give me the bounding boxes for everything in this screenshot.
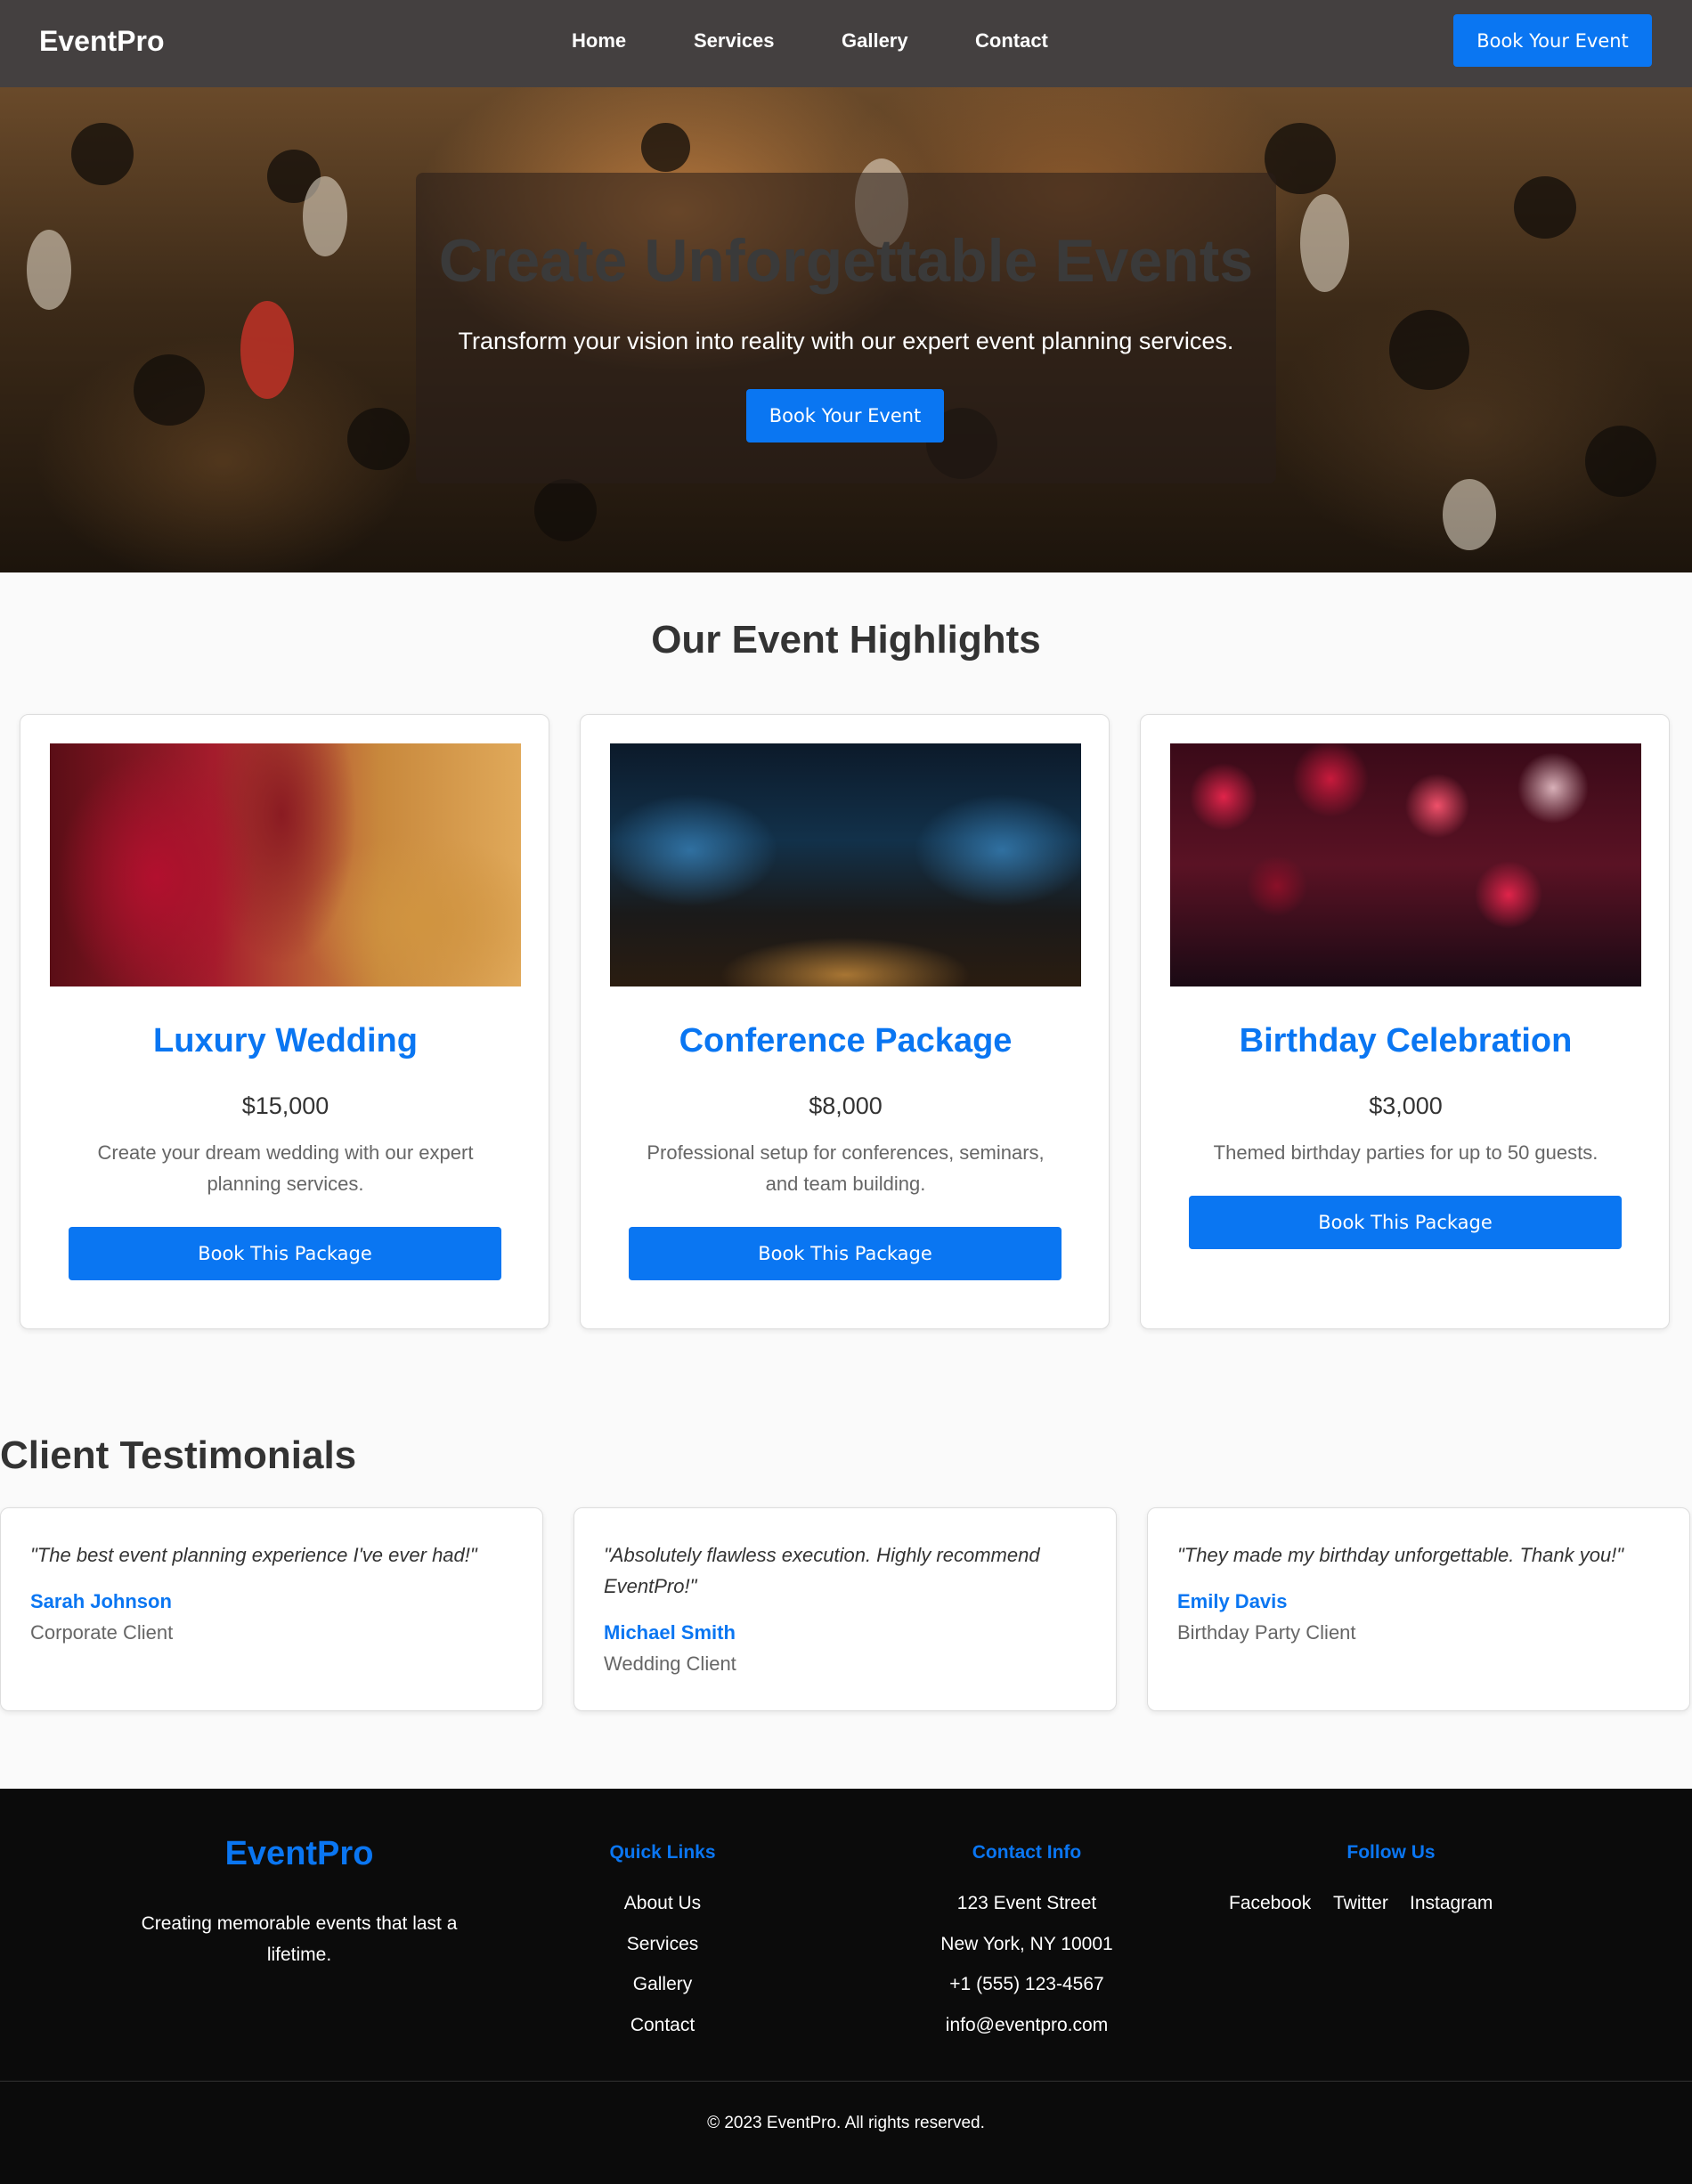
nav-link-contact[interactable]: Contact [975, 29, 1048, 53]
package-card-conference: Conference Package $8,000 Professional s… [580, 714, 1110, 1329]
brand-logo[interactable]: EventPro [39, 25, 164, 58]
footer-tagline: Creating memorable events that last a li… [141, 1913, 458, 1965]
package-card-birthday: Birthday Celebration $3,000 Themed birth… [1140, 714, 1670, 1329]
footer-address-city: New York, NY 10001 [940, 1934, 1113, 1954]
testimonial-card: "Absolutely flawless execution. Highly r… [573, 1507, 1117, 1711]
footer-copyright: © 2023 EventPro. All rights reserved. [707, 2114, 985, 2132]
package-price: $8,000 [809, 1092, 883, 1119]
testimonial-role: Birthday Party Client [1177, 1621, 1356, 1644]
book-package-button-birthday[interactable]: Book This Package [1189, 1196, 1622, 1249]
testimonial-card: "They made my birthday unforgettable. Th… [1147, 1507, 1690, 1711]
hero-book-event-button[interactable]: Book Your Event [746, 389, 944, 442]
nav-link-home[interactable]: Home [572, 29, 626, 53]
nav-link-services[interactable]: Services [694, 29, 775, 53]
testimonial-author: Emily Davis [1177, 1590, 1288, 1612]
testimonial-quote: "The best event planning experience I've… [30, 1544, 477, 1566]
nav-book-event-button[interactable]: Book Your Event [1453, 14, 1652, 67]
testimonial-quote: "They made my birthday unforgettable. Th… [1177, 1544, 1624, 1566]
package-description: Create your dream wedding with our exper… [97, 1141, 474, 1195]
hero-subtitle: Transform your vision into reality with … [458, 328, 1234, 354]
footer-link-about[interactable]: About Us [529, 1893, 796, 1914]
footer-link-contact[interactable]: Contact [529, 2015, 796, 2036]
footer-link-gallery[interactable]: Gallery [529, 1974, 796, 1995]
hero-content-box: Create Unforgettable Events Transform yo… [416, 173, 1276, 483]
hero-title: Create Unforgettable Events [438, 227, 1254, 295]
testimonial-quote: "Absolutely flawless execution. Highly r… [604, 1544, 1040, 1597]
testimonial-author: Michael Smith [604, 1621, 736, 1644]
package-card-wedding: Luxury Wedding $15,000 Create your dream… [20, 714, 549, 1329]
testimonial-role: Wedding Client [604, 1652, 736, 1675]
social-link-facebook[interactable]: Facebook [1229, 1893, 1311, 1914]
book-package-button-conference[interactable]: Book This Package [629, 1227, 1062, 1280]
conference-image [610, 743, 1081, 986]
footer-divider [0, 2081, 1692, 2082]
highlights-title: Our Event Highlights [651, 618, 1041, 662]
package-description: Professional setup for conferences, semi… [647, 1141, 1045, 1195]
testimonials-title: Client Testimonials [0, 1433, 357, 1477]
footer-logo: EventPro [224, 1835, 374, 1872]
social-link-instagram[interactable]: Instagram [1410, 1893, 1493, 1914]
package-price: $15,000 [241, 1092, 329, 1119]
top-navbar: EventPro Home Services Gallery Contact B… [0, 0, 1692, 87]
package-title: Birthday Celebration [1239, 1022, 1573, 1060]
site-footer: EventPro Creating memorable events that … [0, 1789, 1692, 2184]
social-link-twitter[interactable]: Twitter [1333, 1893, 1388, 1914]
package-title: Luxury Wedding [153, 1022, 418, 1060]
nav-link-gallery[interactable]: Gallery [842, 29, 908, 53]
footer-phone: +1 (555) 123-4567 [949, 1974, 1104, 1994]
footer-link-services[interactable]: Services [529, 1934, 796, 1955]
hero-banner: Create Unforgettable Events Transform yo… [0, 87, 1692, 572]
footer-follow-title: Follow Us [1346, 1842, 1436, 1863]
footer-quick-links-title: Quick Links [609, 1842, 716, 1863]
package-title: Conference Package [679, 1022, 1013, 1060]
testimonial-card: "The best event planning experience I've… [0, 1507, 543, 1711]
footer-address-street: 123 Event Street [956, 1893, 1097, 1913]
package-description: Themed birthday parties for up to 50 gue… [1213, 1141, 1598, 1164]
testimonial-role: Corporate Client [30, 1621, 174, 1644]
birthday-balloons-image [1170, 743, 1641, 986]
footer-email: info@eventpro.com [945, 2015, 1109, 2035]
testimonial-author: Sarah Johnson [30, 1590, 172, 1612]
package-price: $3,000 [1369, 1092, 1443, 1119]
wedding-image [50, 743, 521, 986]
book-package-button-wedding[interactable]: Book This Package [69, 1227, 501, 1280]
footer-contact-title: Contact Info [972, 1842, 1082, 1863]
